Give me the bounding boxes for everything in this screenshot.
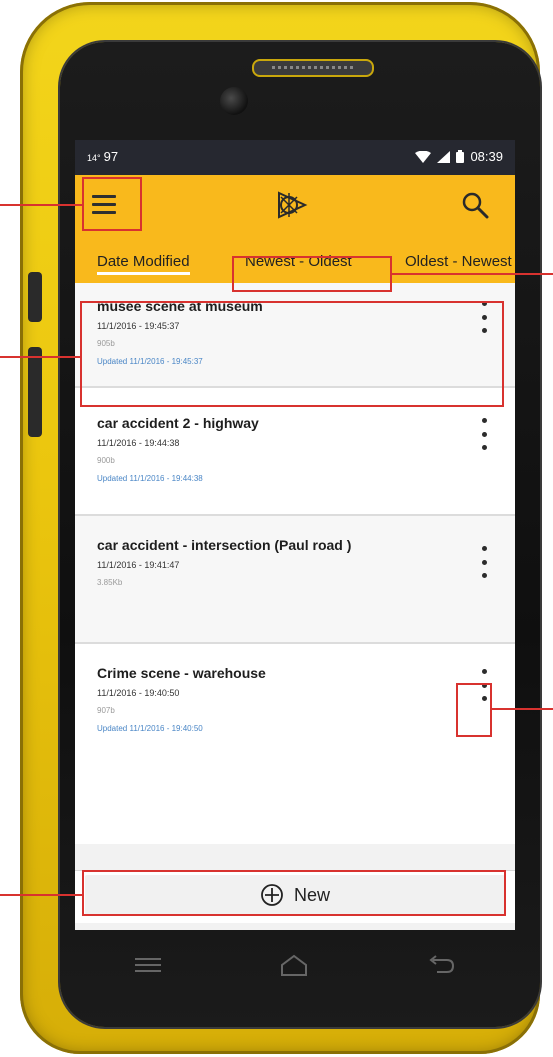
- status-value: 97: [103, 149, 119, 164]
- callout-line-new: [0, 894, 82, 896]
- scene-date: 11/1/2016 - 19:41:47: [97, 560, 180, 570]
- scene-size: 900b: [97, 456, 115, 465]
- scene-date: 11/1/2016 - 19:40:50: [97, 688, 180, 698]
- battery-icon: [456, 150, 465, 163]
- earpiece-speaker: [252, 59, 374, 77]
- front-camera: [220, 87, 248, 115]
- status-bar: 14° 97 08:39: [75, 140, 515, 175]
- scene-date: 11/1/2016 - 19:44:38: [97, 438, 180, 448]
- tab-oldest-newest[interactable]: Oldest - Newest: [405, 253, 512, 270]
- highlight-more-options: [456, 683, 492, 737]
- scene-size: 907b: [97, 706, 115, 715]
- side-button-volume: [28, 347, 42, 437]
- list-item[interactable]: Crime scene - warehouse 11/1/2016 - 19:4…: [75, 644, 515, 844]
- scene-title: car accident - intersection (Paul road ): [97, 537, 352, 553]
- status-time: 08:39: [470, 149, 503, 164]
- system-nav-bar: [75, 930, 515, 1000]
- more-options-icon[interactable]: [478, 418, 490, 450]
- callout-line-sort: [392, 273, 553, 275]
- callout-line-scene: [0, 356, 80, 358]
- tab-date-modified[interactable]: Date Modified: [97, 253, 190, 275]
- callout-line-options: [492, 708, 553, 710]
- scene-title: car accident 2 - highway: [97, 415, 259, 431]
- highlight-new-button: [82, 870, 506, 916]
- list-item[interactable]: car accident 2 - highway 11/1/2016 - 19:…: [75, 388, 515, 516]
- scene-updated: Updated 11/1/2016 - 19:40:50: [97, 724, 203, 733]
- highlight-sort-order: [232, 256, 392, 292]
- status-left: 14° 97: [87, 149, 118, 164]
- search-icon[interactable]: [461, 191, 489, 219]
- list-item[interactable]: car accident - intersection (Paul road )…: [75, 516, 515, 644]
- home-icon[interactable]: [279, 953, 309, 977]
- signal-icon: [437, 150, 451, 163]
- scene-title: Crime scene - warehouse: [97, 665, 266, 681]
- side-button-upper: [28, 272, 42, 322]
- scene-size: 3.85Kb: [97, 578, 123, 587]
- callout-line-menu: [0, 204, 82, 206]
- recent-apps-icon[interactable]: [133, 956, 163, 974]
- wifi-icon: [415, 150, 432, 163]
- highlight-menu: [82, 177, 142, 231]
- status-right: 08:39: [415, 149, 503, 164]
- status-small-text: 14°: [87, 153, 101, 163]
- scene-updated: Updated 11/1/2016 - 19:44:38: [97, 474, 203, 483]
- highlight-scene-item: [80, 301, 504, 407]
- app-logo-icon: [278, 191, 308, 219]
- back-icon[interactable]: [425, 954, 457, 976]
- more-options-icon[interactable]: [478, 546, 490, 578]
